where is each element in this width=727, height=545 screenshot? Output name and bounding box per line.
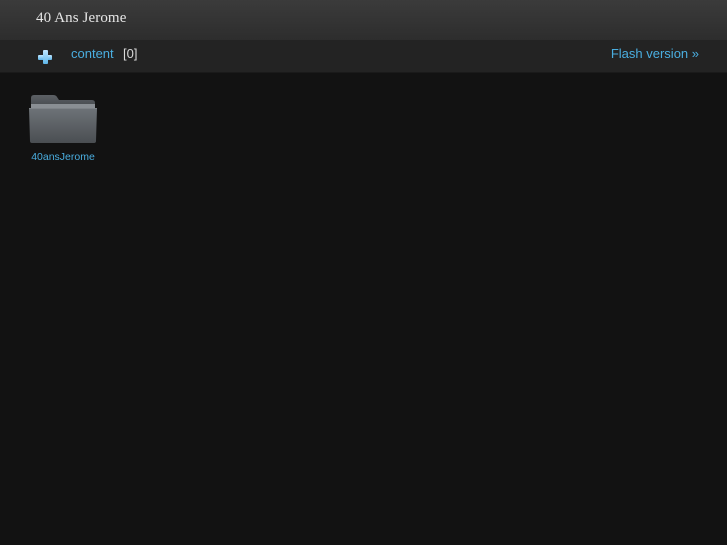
title-bar: 40 Ans Jerome [0,0,727,40]
content-count: [0] [123,46,138,61]
folder-icon [29,95,97,143]
content-link[interactable]: content [71,46,114,61]
plus-icon[interactable] [38,50,52,64]
folder-item[interactable]: 40ansJerome [22,90,104,170]
site-title: 40 Ans Jerome [36,10,127,26]
folder-label: 40ansJerome [31,151,95,163]
gallery-page: 40 Ans Jerome content [0] Flash version … [0,0,727,545]
flash-version-link[interactable]: Flash version » [611,46,699,61]
nav-bar: content [0] Flash version » [0,40,727,73]
